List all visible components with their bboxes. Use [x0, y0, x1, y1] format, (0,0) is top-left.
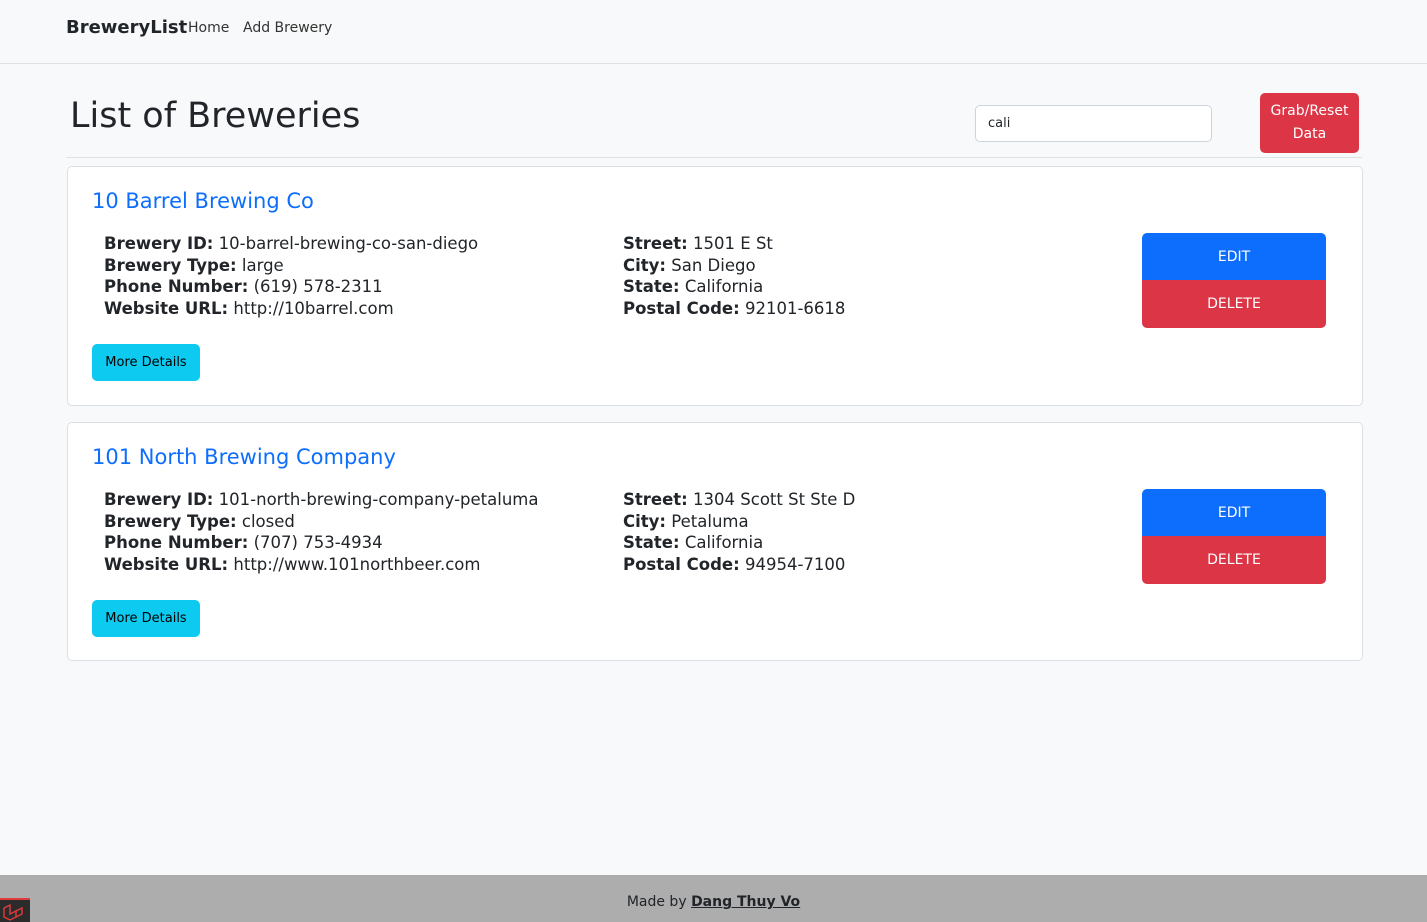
street-value: 1304 Scott St Ste D	[693, 490, 856, 509]
brewery-id-value: 101-north-brewing-company-petaluma	[218, 490, 539, 509]
more-details-button[interactable]: More Details	[92, 344, 200, 381]
brewery-info-right: Street: 1501 E St City: San Diego State:…	[623, 233, 845, 319]
card-actions: EDIT DELETE	[1142, 489, 1326, 584]
delete-button[interactable]: DELETE	[1142, 280, 1326, 328]
page-title: List of Breweries	[70, 96, 361, 136]
footer: Made by Dang Thuy Vo	[0, 875, 1427, 922]
website-value: http://10barrel.com	[233, 298, 394, 318]
header-divider	[66, 157, 1362, 158]
state-label: State:	[623, 533, 680, 552]
brand-link[interactable]: BreweryList	[66, 17, 187, 38]
street-label: Street:	[623, 490, 688, 509]
brewery-type-value: closed	[241, 511, 295, 531]
brewery-info-right: Street: 1304 Scott St Ste D City: Petalu…	[623, 489, 855, 575]
state-label: State:	[623, 277, 680, 296]
state-value: California	[684, 533, 764, 552]
street-value: 1501 E St	[693, 234, 773, 253]
street-label: Street:	[623, 234, 688, 253]
brewery-name-link[interactable]: 101 North Brewing Company	[92, 445, 396, 469]
phone-label: Phone Number:	[104, 533, 249, 552]
brewery-info-left: Brewery ID: 101-north-brewing-company-pe…	[104, 489, 539, 575]
card-actions: EDIT DELETE	[1142, 233, 1326, 328]
nav-link-add-brewery[interactable]: Add Brewery	[243, 20, 332, 36]
edit-button[interactable]: EDIT	[1142, 489, 1326, 536]
brewery-id-label: Brewery ID:	[104, 490, 214, 509]
edit-button[interactable]: EDIT	[1142, 233, 1326, 280]
postal-code-label: Postal Code:	[623, 298, 740, 318]
brewery-type-value: large	[241, 255, 284, 275]
laravel-logo-icon[interactable]	[0, 898, 30, 922]
state-value: California	[684, 277, 764, 296]
phone-value: (619) 578-2311	[253, 277, 383, 296]
more-details-button[interactable]: More Details	[92, 600, 200, 637]
search-input[interactable]	[975, 105, 1212, 142]
website-label: Website URL:	[104, 298, 229, 318]
website-label: Website URL:	[104, 554, 229, 574]
brewery-card: 10 Barrel Brewing Co Brewery ID: 10-barr…	[67, 166, 1363, 406]
brewery-type-label: Brewery Type:	[104, 511, 237, 531]
city-value: San Diego	[671, 255, 756, 275]
brewery-type-label: Brewery Type:	[104, 255, 237, 275]
phone-value: (707) 753-4934	[253, 533, 383, 552]
footer-author-link[interactable]: Dang Thuy Vo	[691, 894, 800, 910]
brewery-id-label: Brewery ID:	[104, 234, 214, 253]
postal-code-label: Postal Code:	[623, 554, 740, 574]
brewery-info-left: Brewery ID: 10-barrel-brewing-co-san-die…	[104, 233, 478, 319]
navbar: BreweryList Home Add Brewery	[0, 0, 1427, 64]
delete-button[interactable]: DELETE	[1142, 536, 1326, 584]
footer-prefix: Made by	[626, 894, 687, 910]
postal-code-value: 92101-6618	[744, 298, 846, 318]
phone-label: Phone Number:	[104, 277, 249, 296]
city-label: City:	[623, 255, 667, 275]
grab-reset-data-button[interactable]: Grab/Reset Data	[1260, 93, 1359, 153]
website-value: http://www.101northbeer.com	[233, 554, 481, 574]
city-label: City:	[623, 511, 667, 531]
brewery-id-value: 10-barrel-brewing-co-san-diego	[218, 234, 479, 253]
city-value: Petaluma	[671, 511, 749, 531]
nav-link-home[interactable]: Home	[188, 20, 229, 36]
brewery-card: 101 North Brewing Company Brewery ID: 10…	[67, 422, 1363, 661]
postal-code-value: 94954-7100	[744, 554, 846, 574]
footer-credit: Made by Dang Thuy Vo	[0, 894, 1427, 910]
brewery-name-link[interactable]: 10 Barrel Brewing Co	[92, 189, 314, 213]
